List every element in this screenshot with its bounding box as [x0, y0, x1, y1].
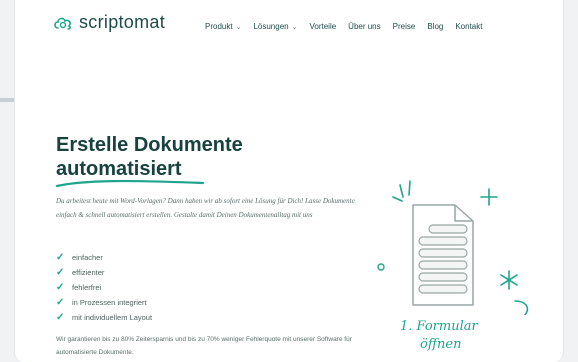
- list-item: ✓ einfacher: [56, 250, 152, 265]
- chevron-down-icon: ⌄: [235, 23, 242, 31]
- list-item: ✓ mit individuellem Layout: [56, 310, 152, 325]
- nav-item-produkt[interactable]: Produkt ⌄: [205, 22, 241, 31]
- list-item: ✓ fehlerfrei: [56, 280, 152, 295]
- checkmark-icon: ✓: [56, 282, 65, 293]
- nav-item-loesungen[interactable]: Lösungen ⌄: [253, 22, 297, 31]
- caption-line2: öffnen: [420, 337, 462, 352]
- benefit-label: effizienter: [72, 268, 105, 277]
- background-bar: [0, 98, 14, 102]
- nav-item-blog[interactable]: Blog: [427, 22, 443, 31]
- checkmark-icon: ✓: [56, 252, 65, 263]
- checkmark-icon: ✓: [56, 312, 65, 323]
- benefit-label: mit individuellem Layout: [72, 313, 153, 322]
- hero-intro: Du arbeitest heute mit Word-Vorlagen? Da…: [56, 197, 355, 219]
- cloud-logo-icon: [54, 17, 71, 30]
- logo[interactable]: scriptomat: [53, 12, 165, 33]
- benefit-label: einfacher: [72, 253, 103, 262]
- nav-item-label: Über uns: [348, 22, 381, 31]
- brand-name: scriptomat: [79, 12, 166, 32]
- brush-underline-icon: [55, 179, 205, 188]
- nav-item-preise[interactable]: Preise: [393, 22, 416, 31]
- checkmark-icon: ✓: [56, 297, 65, 308]
- benefit-list: ✓ einfacher ✓ effizienter ✓ fehlerfrei ✓…: [56, 250, 152, 325]
- benefit-label: fehlerfrei: [72, 283, 102, 292]
- nav-item-label: Kontakt: [455, 22, 483, 31]
- checkmark-icon: ✓: [56, 267, 65, 278]
- document-form-icon: [377, 180, 529, 315]
- list-item: ✓ effizienter: [56, 265, 152, 280]
- caption-line1: 1. Formular: [400, 319, 478, 334]
- list-item: ✓ in Prozessen integriert: [56, 295, 152, 310]
- nav-item-label: Blog: [427, 22, 444, 31]
- browser-page: scriptomat Produkt ⌄ Lösungen ⌄ Vorteile…: [14, 0, 564, 362]
- benefit-label: in Prozessen integriert: [72, 298, 147, 307]
- main-nav: Produkt ⌄ Lösungen ⌄ Vorteile Über uns P…: [205, 22, 494, 31]
- nav-item-kontakt[interactable]: Kontakt: [455, 22, 482, 31]
- nav-item-label: Lösungen: [253, 22, 289, 31]
- illustration-caption: 1. Formular öffnen: [400, 318, 540, 354]
- nav-item-label: Vorteile: [309, 22, 337, 31]
- nav-item-ueber-uns[interactable]: Über uns: [348, 22, 380, 31]
- chevron-down-icon: ⌄: [291, 23, 298, 31]
- hero-title-line1: Erstelle Dokumente: [56, 134, 243, 156]
- nav-item-label: Produkt: [205, 22, 233, 31]
- nav-item-vorteile[interactable]: Vorteile: [309, 22, 336, 31]
- guarantee-text: Wir garantieren bis zu 80% Zeitersparnis…: [56, 336, 352, 356]
- nav-item-label: Preise: [392, 22, 416, 31]
